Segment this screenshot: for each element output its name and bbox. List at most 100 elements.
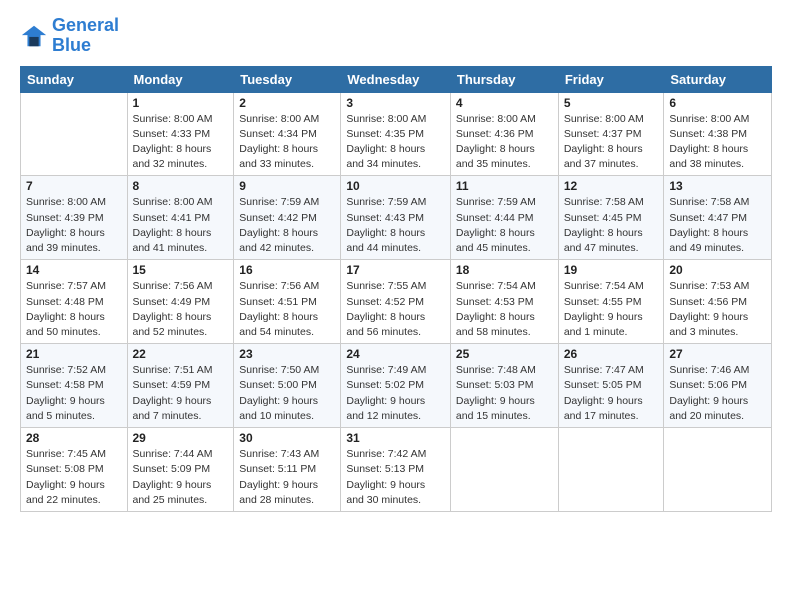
day-info: Sunrise: 7:45 AMSunset: 5:08 PMDaylight:… <box>26 447 122 508</box>
day-info: Sunrise: 8:00 AMSunset: 4:38 PMDaylight:… <box>669 112 766 173</box>
day-info: Sunrise: 7:44 AMSunset: 5:09 PMDaylight:… <box>133 447 229 508</box>
day-number: 6 <box>669 96 766 110</box>
calendar-cell <box>664 428 772 512</box>
day-info: Sunrise: 7:56 AMSunset: 4:51 PMDaylight:… <box>239 279 335 340</box>
calendar-cell: 11 Sunrise: 7:59 AMSunset: 4:44 PMDayligh… <box>450 176 558 260</box>
day-info: Sunrise: 8:00 AMSunset: 4:37 PMDaylight:… <box>564 112 659 173</box>
day-info: Sunrise: 7:54 AMSunset: 4:53 PMDaylight:… <box>456 279 553 340</box>
calendar-cell <box>21 92 128 176</box>
day-info: Sunrise: 7:59 AMSunset: 4:42 PMDaylight:… <box>239 195 335 256</box>
day-info: Sunrise: 7:56 AMSunset: 4:49 PMDaylight:… <box>133 279 229 340</box>
calendar-cell: 29Sunrise: 7:44 AMSunset: 5:09 PMDayligh… <box>127 428 234 512</box>
calendar-cell: 18 Sunrise: 7:54 AMSunset: 4:53 PMDayligh… <box>450 260 558 344</box>
day-number: 13 <box>669 179 766 193</box>
calendar-cell: 2 Sunrise: 8:00 AMSunset: 4:34 PMDaylight… <box>234 92 341 176</box>
day-info: Sunrise: 7:52 AMSunset: 4:58 PMDaylight:… <box>26 363 122 424</box>
day-info: Sunrise: 7:43 AMSunset: 5:11 PMDaylight:… <box>239 447 335 508</box>
calendar-cell: 30 Sunrise: 7:43 AMSunset: 5:11 PMDayligh… <box>234 428 341 512</box>
calendar-cell: 6 Sunrise: 8:00 AMSunset: 4:38 PMDaylight… <box>664 92 772 176</box>
day-number: 4 <box>456 96 553 110</box>
day-number: 3 <box>346 96 445 110</box>
day-number: 23 <box>239 347 335 361</box>
day-number: 12 <box>564 179 659 193</box>
day-info: Sunrise: 8:00 AMSunset: 4:34 PMDaylight:… <box>239 112 335 173</box>
calendar-cell: 16Sunrise: 7:56 AMSunset: 4:51 PMDayligh… <box>234 260 341 344</box>
day-info: Sunrise: 7:53 AMSunset: 4:56 PMDaylight:… <box>669 279 766 340</box>
day-number: 11 <box>456 179 553 193</box>
calendar-cell: 27Sunrise: 7:46 AMSunset: 5:06 PMDayligh… <box>664 344 772 428</box>
day-number: 9 <box>239 179 335 193</box>
day-info: Sunrise: 7:46 AMSunset: 5:06 PMDaylight:… <box>669 363 766 424</box>
page: General Blue SundayMondayTuesdayWednesda… <box>0 0 792 612</box>
calendar-cell <box>450 428 558 512</box>
day-info: Sunrise: 8:00 AMSunset: 4:36 PMDaylight:… <box>456 112 553 173</box>
calendar-cell: 24 Sunrise: 7:49 AMSunset: 5:02 PMDayligh… <box>341 344 451 428</box>
day-info: Sunrise: 7:49 AMSunset: 5:02 PMDaylight:… <box>346 363 445 424</box>
logo-icon <box>20 22 48 50</box>
day-info: Sunrise: 7:59 AMSunset: 4:44 PMDaylight:… <box>456 195 553 256</box>
day-number: 20 <box>669 263 766 277</box>
calendar-cell: 4 Sunrise: 8:00 AMSunset: 4:36 PMDaylight… <box>450 92 558 176</box>
day-number: 5 <box>564 96 659 110</box>
week-row-2: 7 Sunrise: 8:00 AMSunset: 4:39 PMDaylight… <box>21 176 772 260</box>
col-header-tuesday: Tuesday <box>234 66 341 92</box>
col-header-saturday: Saturday <box>664 66 772 92</box>
calendar-cell: 3 Sunrise: 8:00 AMSunset: 4:35 PMDaylight… <box>341 92 451 176</box>
calendar-cell: 8 Sunrise: 8:00 AMSunset: 4:41 PMDaylight… <box>127 176 234 260</box>
day-info: Sunrise: 7:59 AMSunset: 4:43 PMDaylight:… <box>346 195 445 256</box>
calendar-cell: 25 Sunrise: 7:48 AMSunset: 5:03 PMDayligh… <box>450 344 558 428</box>
day-number: 21 <box>26 347 122 361</box>
calendar-cell: 23Sunrise: 7:50 AMSunset: 5:00 PMDayligh… <box>234 344 341 428</box>
logo-text: General Blue <box>52 16 119 56</box>
day-number: 10 <box>346 179 445 193</box>
calendar-cell: 5 Sunrise: 8:00 AMSunset: 4:37 PMDaylight… <box>558 92 664 176</box>
day-info: Sunrise: 7:48 AMSunset: 5:03 PMDaylight:… <box>456 363 553 424</box>
day-number: 22 <box>133 347 229 361</box>
calendar-cell: 12 Sunrise: 7:58 AMSunset: 4:45 PMDayligh… <box>558 176 664 260</box>
day-info: Sunrise: 8:00 AMSunset: 4:35 PMDaylight:… <box>346 112 445 173</box>
calendar-cell: 1Sunrise: 8:00 AMSunset: 4:33 PMDaylight… <box>127 92 234 176</box>
day-number: 26 <box>564 347 659 361</box>
calendar-cell: 26 Sunrise: 7:47 AMSunset: 5:05 PMDayligh… <box>558 344 664 428</box>
calendar-cell: 28 Sunrise: 7:45 AMSunset: 5:08 PMDayligh… <box>21 428 128 512</box>
calendar-cell: 15Sunrise: 7:56 AMSunset: 4:49 PMDayligh… <box>127 260 234 344</box>
calendar-cell: 14Sunrise: 7:57 AMSunset: 4:48 PMDayligh… <box>21 260 128 344</box>
col-header-sunday: Sunday <box>21 66 128 92</box>
day-number: 28 <box>26 431 122 445</box>
calendar-cell: 17Sunrise: 7:55 AMSunset: 4:52 PMDayligh… <box>341 260 451 344</box>
col-header-thursday: Thursday <box>450 66 558 92</box>
week-row-3: 14Sunrise: 7:57 AMSunset: 4:48 PMDayligh… <box>21 260 772 344</box>
week-row-5: 28 Sunrise: 7:45 AMSunset: 5:08 PMDayligh… <box>21 428 772 512</box>
day-number: 1 <box>133 96 229 110</box>
day-number: 24 <box>346 347 445 361</box>
col-header-friday: Friday <box>558 66 664 92</box>
day-info: Sunrise: 7:47 AMSunset: 5:05 PMDaylight:… <box>564 363 659 424</box>
day-number: 25 <box>456 347 553 361</box>
day-number: 7 <box>26 179 122 193</box>
week-row-4: 21 Sunrise: 7:52 AMSunset: 4:58 PMDayligh… <box>21 344 772 428</box>
day-number: 18 <box>456 263 553 277</box>
calendar-cell: 21 Sunrise: 7:52 AMSunset: 4:58 PMDayligh… <box>21 344 128 428</box>
day-info: Sunrise: 7:58 AMSunset: 4:45 PMDaylight:… <box>564 195 659 256</box>
col-header-wednesday: Wednesday <box>341 66 451 92</box>
day-number: 31 <box>346 431 445 445</box>
day-info: Sunrise: 8:00 AMSunset: 4:39 PMDaylight:… <box>26 195 122 256</box>
day-info: Sunrise: 8:00 AMSunset: 4:41 PMDaylight:… <box>133 195 229 256</box>
day-info: Sunrise: 7:58 AMSunset: 4:47 PMDaylight:… <box>669 195 766 256</box>
day-number: 2 <box>239 96 335 110</box>
col-header-monday: Monday <box>127 66 234 92</box>
calendar-cell: 7 Sunrise: 8:00 AMSunset: 4:39 PMDaylight… <box>21 176 128 260</box>
day-info: Sunrise: 7:54 AMSunset: 4:55 PMDaylight:… <box>564 279 659 340</box>
logo: General Blue <box>20 16 119 56</box>
calendar-cell: 20 Sunrise: 7:53 AMSunset: 4:56 PMDayligh… <box>664 260 772 344</box>
day-number: 8 <box>133 179 229 193</box>
calendar-cell <box>558 428 664 512</box>
week-row-1: 1Sunrise: 8:00 AMSunset: 4:33 PMDaylight… <box>21 92 772 176</box>
day-info: Sunrise: 7:57 AMSunset: 4:48 PMDaylight:… <box>26 279 122 340</box>
day-info: Sunrise: 7:51 AMSunset: 4:59 PMDaylight:… <box>133 363 229 424</box>
day-number: 30 <box>239 431 335 445</box>
calendar-cell: 22 Sunrise: 7:51 AMSunset: 4:59 PMDayligh… <box>127 344 234 428</box>
day-info: Sunrise: 7:42 AMSunset: 5:13 PMDaylight:… <box>346 447 445 508</box>
calendar-cell: 19Sunrise: 7:54 AMSunset: 4:55 PMDayligh… <box>558 260 664 344</box>
calendar-cell: 9 Sunrise: 7:59 AMSunset: 4:42 PMDaylight… <box>234 176 341 260</box>
